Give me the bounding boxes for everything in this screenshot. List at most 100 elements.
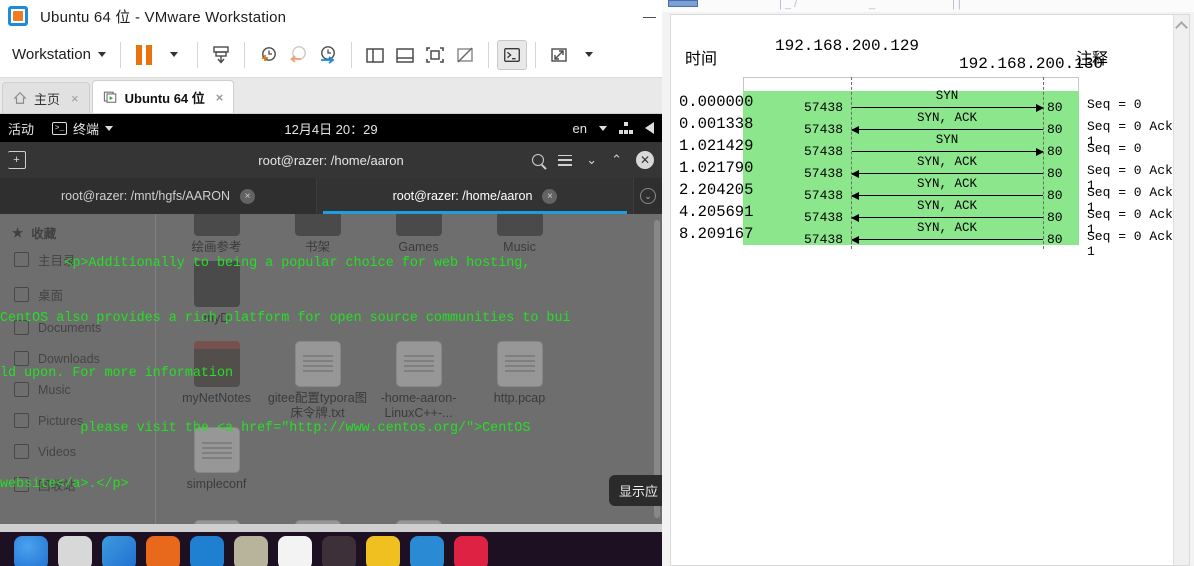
keyboard-layout-label: en bbox=[572, 120, 587, 136]
chevron-down-icon bbox=[169, 52, 178, 57]
flow-arrow-right bbox=[852, 103, 1044, 112]
toolbar-button-icon[interactable] bbox=[668, 0, 698, 7]
full-screen-button[interactable] bbox=[420, 40, 450, 70]
flow-row-time: 8.209167 bbox=[679, 225, 754, 243]
flow-row-label: SYN, ACK bbox=[916, 199, 977, 213]
unity-mode-button[interactable] bbox=[450, 40, 480, 70]
flow-row-comment: Seq = 0 bbox=[1087, 141, 1142, 156]
gnome-top-bar: 活动 >_ 终端 12月4日 20：29 en bbox=[0, 114, 662, 142]
bottom-panel-icon bbox=[396, 47, 414, 63]
dock-icon-rhythmbox[interactable] bbox=[146, 536, 180, 566]
dock-icon-firefox[interactable] bbox=[14, 536, 48, 566]
suspend-dropdown[interactable] bbox=[159, 40, 189, 70]
dock-icon-files[interactable] bbox=[102, 536, 136, 566]
workstation-menu-button[interactable]: Workstation bbox=[6, 42, 112, 67]
flow-row-dst-port: 80 bbox=[1047, 166, 1063, 181]
take-snapshot-button[interactable] bbox=[253, 40, 283, 70]
close-icon[interactable]: × bbox=[216, 90, 224, 105]
close-icon[interactable]: × bbox=[542, 188, 558, 204]
gnome-status-area[interactable]: en bbox=[573, 121, 654, 136]
new-tab-icon[interactable]: + bbox=[8, 151, 26, 169]
flow-row[interactable]: 8.209167 57438 SYN, ACK 80 Seq = 0 Ack =… bbox=[671, 221, 1189, 259]
activities-button[interactable]: 活动 bbox=[8, 119, 34, 138]
flow-row-src-port: 57438 bbox=[804, 122, 844, 137]
console-view-button[interactable] bbox=[496, 39, 527, 70]
terminal-tab-1-label: root@razer: /mnt/hgfs/AARON bbox=[61, 189, 230, 203]
maximize-button[interactable]: ⌃ bbox=[611, 152, 622, 168]
minimize-button[interactable]: — bbox=[643, 9, 656, 24]
screen-root: Ubuntu 64 位 - VMware Workstation — Works… bbox=[0, 0, 1194, 566]
dock-icon-pycharm[interactable] bbox=[454, 536, 488, 566]
dock-icon-libreoffice-writer[interactable] bbox=[190, 536, 224, 566]
flow-arrow-left bbox=[851, 169, 1043, 178]
toolbar-divider bbox=[196, 41, 198, 68]
dock-icon-software[interactable] bbox=[278, 536, 312, 566]
flow-row-time: 2.204205 bbox=[679, 181, 754, 199]
terminal-icon: >_ bbox=[52, 121, 68, 135]
show-applications-tooltip: 显示应 bbox=[608, 475, 662, 506]
dock-icon-libreoffice-calc[interactable] bbox=[234, 536, 268, 566]
dock-icon-vscode[interactable] bbox=[410, 536, 444, 566]
node-label-left: 192.168.200.129 bbox=[775, 37, 920, 55]
flow-row-dst-port: 80 bbox=[1047, 188, 1063, 203]
active-app-menu[interactable]: >_ 终端 bbox=[52, 119, 114, 138]
workstation-menu-label: Workstation bbox=[12, 46, 91, 63]
close-icon[interactable]: × bbox=[240, 188, 255, 204]
flow-row-src-port: 57438 bbox=[804, 232, 844, 247]
show-thumbnails-button[interactable] bbox=[390, 40, 420, 70]
flow-row-comment: Seq = 0 bbox=[1087, 97, 1142, 112]
dock-icon-help[interactable] bbox=[366, 536, 400, 566]
toolbar-divider bbox=[534, 41, 536, 68]
tab-ubuntu-64[interactable]: Ubuntu 64 位 × bbox=[91, 80, 235, 113]
close-icon[interactable]: ✕ bbox=[636, 151, 654, 169]
chevron-down-icon bbox=[599, 125, 607, 131]
flow-row-time: 1.021429 bbox=[679, 137, 754, 155]
flow-row-src-port: 57438 bbox=[804, 144, 844, 159]
snapshot-manager-button[interactable] bbox=[313, 40, 343, 70]
chevron-down-icon bbox=[584, 52, 593, 57]
snapshot-button[interactable] bbox=[206, 40, 236, 70]
close-icon[interactable]: × bbox=[71, 91, 79, 106]
show-library-button[interactable] bbox=[360, 40, 390, 70]
expand-arrows-icon bbox=[551, 47, 567, 62]
flow-row-dst-port: 80 bbox=[1047, 232, 1063, 247]
minimize-button[interactable]: ⌄ bbox=[586, 152, 597, 168]
revert-snapshot-button[interactable] bbox=[283, 40, 313, 70]
flow-graph-panel[interactable]: 时间 192.168.200.129 192.168.200.130 注释 0.… bbox=[670, 14, 1190, 566]
dock-icon-thunderbird[interactable] bbox=[58, 536, 92, 566]
search-icon[interactable] bbox=[532, 154, 545, 166]
flow-row-dst-port: 80 bbox=[1047, 210, 1063, 225]
toolbar-glyph-icon: | | bbox=[952, 0, 961, 10]
vmware-toolbar: Workstation bbox=[0, 32, 662, 78]
split-panel-icon bbox=[366, 47, 384, 63]
snapshot-icon bbox=[213, 45, 229, 64]
tab-ubuntu-64-label: Ubuntu 64 位 bbox=[124, 90, 205, 106]
tab-home[interactable]: 主页 × bbox=[2, 82, 90, 113]
flow-row-label: SYN bbox=[935, 89, 959, 103]
suspend-button[interactable] bbox=[129, 40, 159, 70]
terminal-tabs-overflow-button[interactable]: ⌄ bbox=[634, 178, 662, 214]
flow-row-label: SYN, ACK bbox=[916, 221, 977, 235]
home-icon bbox=[13, 91, 27, 104]
stretch-dropdown[interactable] bbox=[574, 40, 604, 70]
toolbar-divider bbox=[350, 41, 352, 68]
wireshark-flow-graph-window: | _ / _ | | 时间 192.168.200.129 192.168.2… bbox=[662, 0, 1194, 566]
terminal-tab-1[interactable]: root@razer: /mnt/hgfs/AARON × bbox=[0, 178, 317, 214]
terminal-tab-2[interactable]: root@razer: /home/aaron × bbox=[317, 178, 634, 214]
column-header-time: 时间 bbox=[685, 51, 718, 68]
chevron-up-icon[interactable] bbox=[1175, 21, 1188, 34]
flow-row-dst-port: 80 bbox=[1047, 122, 1063, 137]
flow-arrow-left bbox=[851, 191, 1043, 200]
terminal-output[interactable]: <p>Additionally to being a popular choic… bbox=[0, 214, 662, 524]
terminal-tab-2-label: root@razer: /home/aaron bbox=[392, 189, 533, 203]
tab-home-label: 主页 bbox=[34, 91, 61, 107]
toolbar-glyph-icon: _ bbox=[869, 0, 876, 10]
terminal-body[interactable]: ★ 收藏 主目录 桌面 Documents Downloads Music Pi… bbox=[0, 214, 662, 524]
chevron-down-icon bbox=[105, 125, 114, 131]
terminal-tab-strip: root@razer: /mnt/hgfs/AARON × root@razer… bbox=[0, 178, 662, 214]
dock-icon-terminal[interactable] bbox=[322, 536, 356, 566]
flow-graph-scrollbar[interactable] bbox=[1173, 15, 1189, 565]
hamburger-menu-icon[interactable] bbox=[558, 154, 573, 166]
stretch-guest-button[interactable] bbox=[544, 40, 574, 70]
vm-play-icon bbox=[103, 91, 116, 103]
